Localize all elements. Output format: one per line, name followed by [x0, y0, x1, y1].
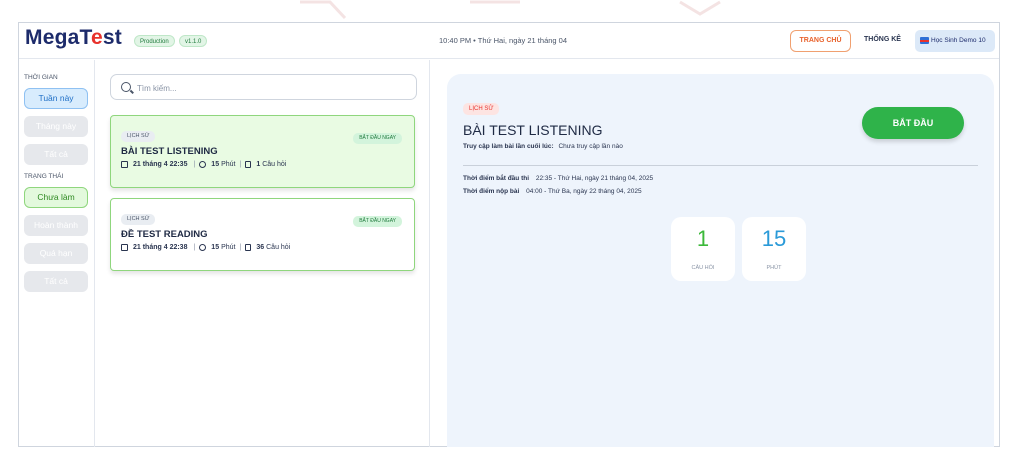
start-test-button[interactable]: BẮT ĐẦU: [862, 107, 964, 139]
question-count-value: 1: [696, 226, 710, 251]
version-badge: v1.1.0: [179, 35, 208, 47]
test-date: 21 tháng 4 22:35: [133, 161, 188, 168]
test-title: ĐỀ TEST READING: [121, 229, 208, 240]
calendar-icon: [121, 161, 128, 168]
start-now-badge: BẮT ĐẦU NGAY: [353, 133, 402, 144]
start-time-value: 22:35 - Thứ Hai, ngày 21 tháng 04, 2025: [535, 175, 654, 182]
user-name: Học Sinh Demo 10: [931, 37, 986, 44]
document-icon: [245, 161, 252, 168]
submit-time-value: 04:00 - Thứ Ba, ngày 22 tháng 04, 2025: [526, 188, 642, 195]
filter-status-completed[interactable]: Hoàn thành: [24, 215, 88, 236]
test-question-count: 1: [256, 161, 261, 168]
status-filter-label: TRẠNG THÁI: [24, 173, 64, 180]
duration-label: PHÚT: [766, 265, 782, 271]
stats-link[interactable]: THỐNG KÊ: [864, 36, 901, 43]
filter-status-not-done[interactable]: Chưa làm: [24, 187, 88, 208]
questions-unit: Câu hỏi: [262, 161, 287, 168]
test-meta: 21 tháng 4 22:38 | 15 Phút | 36 Câu hỏi: [121, 244, 290, 251]
test-list-panel: LỊCH SỬ BẮT ĐẦU NGAY BÀI TEST LISTENING …: [96, 60, 430, 447]
home-button[interactable]: TRANG CHỦ: [790, 30, 851, 52]
test-meta: 21 tháng 4 22:35 | 15 Phút | 1 Câu hỏi: [121, 161, 286, 168]
start-time-label: Thời điểm bắt đầu thi: [463, 175, 530, 182]
search-icon: [121, 82, 131, 92]
start-now-badge: BẮT ĐẦU NGAY: [353, 216, 402, 227]
test-card-reading[interactable]: LỊCH SỬ BẮT ĐẦU NGAY ĐỀ TEST READING 21 …: [110, 198, 415, 271]
current-datetime: 10:40 PM • Thứ Hai, ngày 21 tháng 04: [439, 36, 568, 45]
detail-category-badge: LỊCH SỬ: [463, 103, 500, 115]
user-menu[interactable]: Học Sinh Demo 10: [915, 30, 995, 52]
search-box[interactable]: [110, 74, 417, 100]
filter-time-this-week[interactable]: Tuần này: [24, 88, 88, 109]
user-flag-icon: [920, 37, 929, 44]
calendar-icon: [121, 244, 128, 251]
test-category-badge: LỊCH SỬ: [121, 131, 156, 142]
duration-value: 15: [761, 226, 787, 251]
test-detail-panel: LỊCH SỬ BÀI TEST LISTENING Truy cập làm …: [447, 74, 994, 447]
time-filter-label: THỜI GIAN: [24, 74, 58, 81]
test-category-badge: LỊCH SỬ: [121, 214, 156, 225]
filter-sidebar: THỜI GIAN Tuần này Tháng này Tất cả TRẠN…: [19, 60, 95, 447]
clock-icon: [199, 244, 207, 251]
filter-time-all[interactable]: Tất cả: [24, 144, 88, 165]
test-minutes: 15: [211, 161, 220, 168]
test-minutes: 15: [211, 244, 220, 251]
environment-badge: Production: [134, 35, 175, 47]
submit-time-label: Thời điểm nộp bài: [463, 188, 520, 195]
question-count-label: CÂU HỎI: [691, 265, 715, 271]
minutes-unit: Phút: [221, 161, 236, 168]
megatest-logo[interactable]: MegaTest: [25, 26, 122, 50]
filter-status-overdue[interactable]: Quá hạn: [24, 243, 88, 264]
test-card-listening[interactable]: LỊCH SỬ BẮT ĐẦU NGAY BÀI TEST LISTENING …: [110, 115, 415, 188]
minutes-unit: Phút: [221, 244, 236, 251]
filter-status-all[interactable]: Tất cả: [24, 271, 88, 292]
test-question-count: 36: [256, 244, 265, 251]
filter-time-this-month[interactable]: Tháng này: [24, 116, 88, 137]
search-input[interactable]: [137, 80, 407, 96]
start-time-row: Thời điểm bắt đầu thi 22:35 - Thứ Hai, n…: [463, 175, 653, 182]
last-access-value: Chưa truy cập lần nào: [558, 143, 623, 150]
questions-unit: Câu hỏi: [266, 244, 291, 251]
app-window: MegaTest Production v1.1.0 10:40 PM • Th…: [18, 22, 1000, 447]
last-access-info: Truy cập làm bài lần cuối lúc: Chưa truy…: [463, 143, 623, 150]
detail-divider: [463, 165, 978, 166]
clock-icon: [199, 161, 207, 168]
test-title: BÀI TEST LISTENING: [121, 146, 218, 157]
submit-time-row: Thời điểm nộp bài 04:00 - Thứ Ba, ngày 2…: [463, 188, 642, 195]
last-access-label: Truy cập làm bài lần cuối lúc:: [463, 143, 554, 150]
top-header: MegaTest Production v1.1.0 10:40 PM • Th…: [19, 23, 999, 59]
duration-stat: 15 PHÚT: [742, 217, 806, 281]
question-count-stat: 1 CÂU HỎI: [671, 217, 735, 281]
test-date: 21 tháng 4 22:38: [133, 244, 188, 251]
document-icon: [245, 244, 252, 251]
detail-title: BÀI TEST LISTENING: [463, 122, 603, 138]
